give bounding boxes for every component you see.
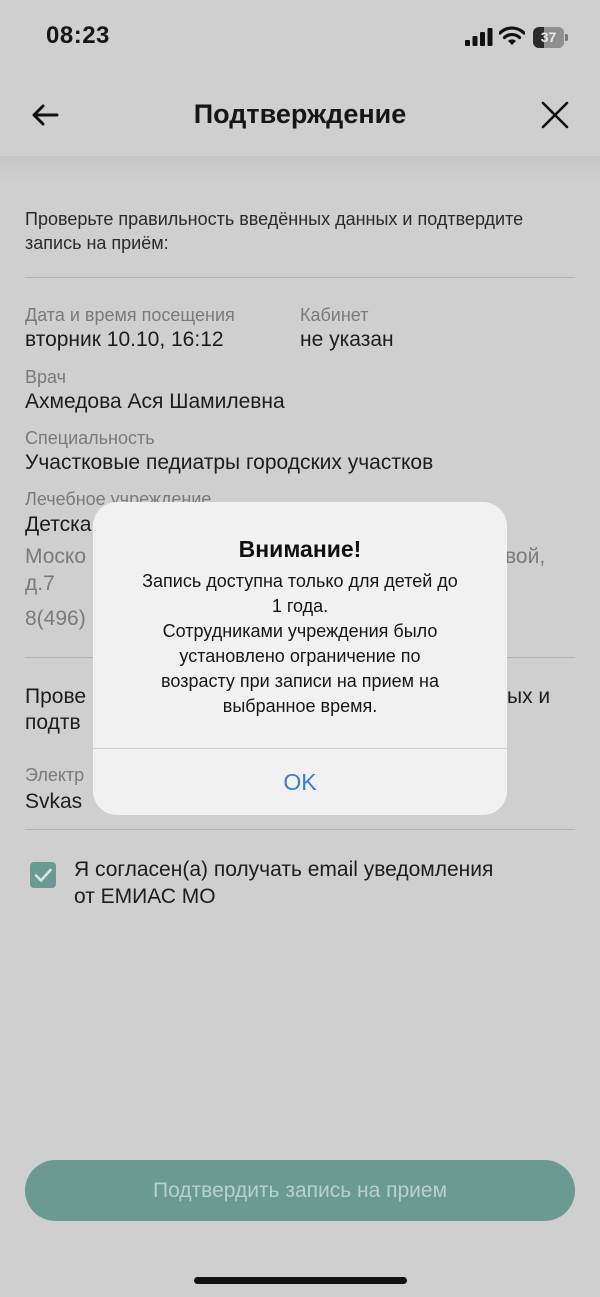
confirmation-screen: 08:23 37 Подтверждение Проверьте правиль…: [0, 0, 600, 1297]
header-shadow: [0, 156, 600, 182]
intro-text: Проверьте правильность введённых данных …: [25, 209, 524, 253]
institution-value: Детска: [25, 513, 92, 536]
battery-icon: 37: [533, 27, 569, 48]
doctor-value: Ахмедова Ася Шамилевна: [25, 390, 285, 413]
date-value: вторник 10.10, 16:12: [25, 328, 224, 351]
address-right: вой,: [505, 545, 546, 568]
home-indicator[interactable]: [194, 1277, 407, 1284]
confirm-appointment-button[interactable]: Подтвердить запись на прием: [25, 1160, 575, 1221]
address-line2: д.7: [25, 572, 55, 595]
wifi-icon: [499, 26, 525, 45]
close-icon[interactable]: [534, 94, 576, 136]
date-label: Дата и время посещения: [25, 305, 235, 325]
page-title: Подтверждение: [193, 99, 407, 129]
email-underline: [25, 829, 575, 830]
cellular-signal-icon: [465, 28, 493, 46]
room-label: Кабинет: [300, 305, 369, 325]
status-time: 08:23: [46, 22, 110, 49]
room-value: не указан: [300, 328, 394, 351]
phone-value: 8(496): [25, 607, 86, 630]
address-left: Моско: [25, 545, 87, 568]
alert-message: Запись доступна только для детей до 1 го…: [142, 571, 458, 716]
email-value[interactable]: Svkas: [25, 790, 82, 814]
doctor-label: Врач: [25, 367, 67, 387]
specialty-label: Специальность: [25, 428, 155, 448]
check-icon: [34, 868, 52, 882]
consent-label: Я согласен(а) получать email уведомления…: [74, 858, 494, 908]
email-info-left: Прове: [25, 685, 87, 708]
alert-ok-button[interactable]: OK: [93, 749, 507, 815]
email-info-right: ых и: [507, 685, 551, 708]
email-label: Электр: [25, 765, 85, 785]
alert-title: Внимание!: [238, 536, 362, 562]
divider: [25, 277, 575, 278]
consent-checkbox[interactable]: [30, 862, 56, 888]
specialty-value: Участковые педиатры городских участков: [25, 451, 434, 474]
battery-level: 37: [540, 29, 557, 45]
email-info-line2: подтв: [25, 711, 81, 734]
alert-dialog: Внимание! Запись доступна только для дет…: [93, 502, 507, 815]
